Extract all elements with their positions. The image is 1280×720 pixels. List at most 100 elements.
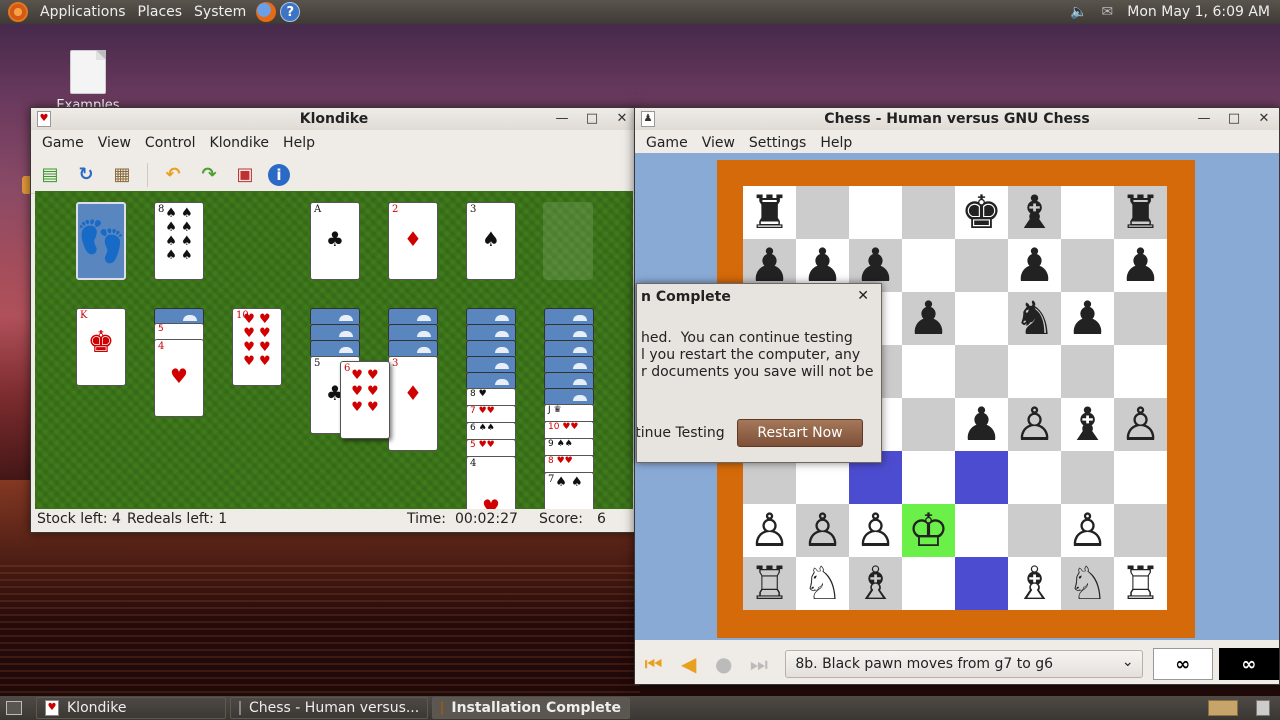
chess-square[interactable]: [1114, 451, 1167, 504]
first-move-icon[interactable]: ⏮: [639, 650, 668, 678]
task-chess[interactable]: Chess - Human versus...: [230, 697, 428, 719]
chess-piece-square[interactable]: ♘: [1061, 557, 1114, 610]
tableau-card[interactable]: 7 ♠ ♠: [544, 472, 594, 509]
volume-icon[interactable]: 🔈: [1070, 4, 1087, 20]
tableau-card[interactable]: 8 ♥♥: [544, 455, 594, 472]
chess-piece-square[interactable]: ♗: [849, 557, 902, 610]
stock-pile[interactable]: 👣: [76, 202, 126, 280]
maximize-button[interactable]: □: [583, 110, 601, 128]
chess-piece-square[interactable]: ♟: [955, 398, 1008, 451]
tableau-card[interactable]: 8 ♥: [466, 388, 516, 405]
chess-piece-square[interactable]: ♞: [1008, 292, 1061, 345]
menu-control[interactable]: Control: [138, 135, 203, 151]
trash-icon[interactable]: [1256, 700, 1270, 716]
chess-square[interactable]: [1008, 345, 1061, 398]
chess-square[interactable]: [1114, 292, 1167, 345]
chess-piece-square[interactable]: ♚: [955, 186, 1008, 239]
chess-square[interactable]: [1061, 345, 1114, 398]
chess-titlebar[interactable]: ♟ Chess - Human versus GNU Chess — □ ✕: [635, 108, 1279, 130]
card-table[interactable]: 👣 8 ♠ ♠ ♠ ♠ ♠ ♠ ♠ ♠ A ♣ 2 ♦ 3 ♠ K ♚ 5 4 ♥ 1…: [35, 191, 633, 509]
task-klondike[interactable]: ♥ Klondike: [36, 697, 226, 719]
menu-help[interactable]: Help: [276, 135, 322, 151]
chess-square[interactable]: [1008, 451, 1061, 504]
undo-icon[interactable]: ↶: [160, 162, 186, 188]
show-desktop-icon[interactable]: [6, 701, 22, 715]
tableau-card-4-hearts[interactable]: 4 ♥: [154, 339, 204, 417]
foundation-spades[interactable]: 3 ♠: [466, 202, 516, 280]
maximize-button[interactable]: □: [1225, 110, 1243, 128]
chess-square[interactable]: [902, 451, 955, 504]
clock[interactable]: Mon May 1, 6:09 AM: [1127, 4, 1270, 20]
tableau-card-king-hearts[interactable]: K ♚: [76, 308, 126, 386]
chess-square[interactable]: [1114, 504, 1167, 557]
previous-move-icon[interactable]: ◀: [674, 650, 703, 678]
deal-icon[interactable]: ▣: [232, 162, 258, 188]
ubuntu-logo-icon[interactable]: [8, 2, 28, 22]
menu-view[interactable]: View: [695, 135, 742, 151]
restart-now-button[interactable]: Restart Now: [737, 419, 863, 447]
chess-piece-square[interactable]: ♙: [1008, 398, 1061, 451]
chess-piece-square[interactable]: ♙: [743, 504, 796, 557]
firefox-launcher-icon[interactable]: [256, 2, 277, 22]
chess-square[interactable]: [902, 186, 955, 239]
chess-piece-square[interactable]: ♙: [796, 504, 849, 557]
chess-piece-square[interactable]: ♜: [1114, 186, 1167, 239]
chess-square[interactable]: [1008, 504, 1061, 557]
system-menu[interactable]: System: [188, 4, 252, 20]
menu-view[interactable]: View: [91, 135, 138, 151]
chess-piece-square[interactable]: ♙: [1114, 398, 1167, 451]
tableau-card[interactable]: 6 ♠♠: [466, 422, 516, 439]
tableau-card-3-diamonds[interactable]: 3 ♦: [388, 356, 438, 451]
chess-piece-square[interactable]: ♖: [1114, 557, 1167, 610]
last-move-icon[interactable]: ⏭: [744, 650, 773, 678]
tableau-card-10-hearts[interactable]: 10 ♥ ♥ ♥ ♥ ♥ ♥ ♥ ♥: [232, 308, 282, 386]
tableau-card[interactable]: 4 ♥: [466, 456, 516, 509]
chess-piece-square[interactable]: ♗: [1008, 557, 1061, 610]
chess-square[interactable]: [1114, 345, 1167, 398]
klondike-titlebar[interactable]: ♥ Klondike — □ ✕: [31, 108, 637, 130]
tableau-card[interactable]: 7 ♥♥: [466, 405, 516, 422]
chess-piece-square[interactable]: ♙: [1061, 504, 1114, 557]
minimize-button[interactable]: —: [553, 110, 571, 128]
chess-square[interactable]: [902, 239, 955, 292]
chess-piece-square[interactable]: ♟: [902, 292, 955, 345]
minimize-button[interactable]: —: [1195, 110, 1213, 128]
empty-foundation-slot[interactable]: [543, 202, 593, 280]
chess-square[interactable]: [796, 186, 849, 239]
chess-square[interactable]: [955, 292, 1008, 345]
places-menu[interactable]: Places: [132, 4, 189, 20]
chess-piece-square[interactable]: ♟: [1114, 239, 1167, 292]
info-icon[interactable]: i: [268, 163, 290, 186]
chess-piece-square[interactable]: ♔: [902, 504, 955, 557]
redo-icon[interactable]: ↷: [196, 162, 222, 188]
applications-menu[interactable]: Applications: [34, 4, 132, 20]
chess-square[interactable]: [955, 557, 1008, 610]
chess-piece-square[interactable]: ♟: [1061, 292, 1114, 345]
help-launcher-icon[interactable]: ?: [280, 2, 301, 22]
dragged-card-6-hearts[interactable]: 6 ♥ ♥ ♥ ♥ ♥ ♥: [340, 361, 390, 439]
move-history-select[interactable]: 8b. Black pawn moves from g7 to g6 ⌄: [785, 650, 1143, 678]
new-game-icon[interactable]: ▤: [37, 162, 63, 188]
chess-square[interactable]: [902, 345, 955, 398]
tableau-card-5-hearts[interactable]: 5: [154, 323, 204, 340]
hint-icon[interactable]: ▦: [109, 162, 135, 188]
chess-square[interactable]: [902, 398, 955, 451]
chess-square[interactable]: [955, 504, 1008, 557]
chess-square[interactable]: [849, 186, 902, 239]
close-button[interactable]: ✕: [1255, 110, 1273, 128]
chess-piece-square[interactable]: ♝: [1008, 186, 1061, 239]
chess-square[interactable]: [1061, 239, 1114, 292]
task-installation-complete[interactable]: Installation Complete: [432, 697, 630, 719]
menu-game[interactable]: Game: [639, 135, 695, 151]
foundation-diamonds[interactable]: 2 ♦: [388, 202, 438, 280]
tableau-card[interactable]: J ♛: [544, 404, 594, 421]
waste-card[interactable]: 8 ♠ ♠ ♠ ♠ ♠ ♠ ♠ ♠: [154, 202, 204, 280]
chess-piece-square[interactable]: ♖: [743, 557, 796, 610]
menu-settings[interactable]: Settings: [742, 135, 813, 151]
chess-piece-square[interactable]: ♟: [1008, 239, 1061, 292]
workspace-switcher[interactable]: [1208, 700, 1238, 716]
chess-square[interactable]: [1061, 186, 1114, 239]
menu-klondike[interactable]: Klondike: [203, 135, 277, 151]
close-button[interactable]: ✕: [613, 110, 631, 128]
menu-help[interactable]: Help: [813, 135, 859, 151]
